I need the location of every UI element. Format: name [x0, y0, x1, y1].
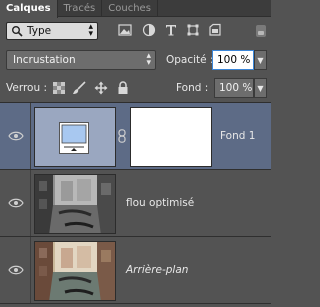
blend-mode-dropdown[interactable]: Incrustation ▴ ▾ [6, 50, 156, 70]
lock-all-padlock-icon[interactable] [116, 81, 130, 95]
layer-name[interactable]: Fond 1 [220, 130, 255, 142]
filter-type-label: Type [27, 25, 52, 37]
fill-dropdown-arrow[interactable]: ▼ [254, 78, 267, 98]
blend-row: Incrustation ▴ ▾ Opacité : 100 % ▼ [6, 50, 267, 70]
layer-name[interactable]: Arrière-plan [126, 264, 188, 276]
layer-thumbnail-canal-bw[interactable] [34, 174, 116, 234]
updown-arrows-icon: ▴ ▾ [146, 51, 151, 68]
adjustment-layer-filter-icon[interactable] [142, 23, 156, 37]
layer-column-divider [30, 170, 31, 236]
layer-row-flou-optimise[interactable]: flou optimisé [0, 170, 271, 237]
chain-link-icon[interactable] [118, 129, 126, 143]
layer-thumbnail-canal-color[interactable] [34, 241, 116, 301]
opacity-input[interactable]: 100 % [212, 50, 254, 70]
eye-visibility-icon[interactable] [8, 198, 24, 208]
blend-mode-value: Incrustation [13, 54, 76, 66]
layer-name[interactable]: flou optimisé [126, 197, 194, 209]
smart-object-filter-icon[interactable] [208, 23, 222, 37]
fill-adjustment-icon [59, 122, 89, 154]
opacity-label: Opacité : [166, 54, 214, 66]
layer-mask-thumbnail[interactable] [130, 107, 212, 167]
pixel-layer-filter-icon[interactable] [118, 23, 132, 37]
tab-couches[interactable]: Couches [102, 0, 158, 17]
canal-photo-color [35, 242, 115, 300]
layer-column-divider [30, 103, 31, 169]
fill-input[interactable]: 100 % [214, 78, 254, 98]
eye-visibility-icon[interactable] [8, 265, 24, 275]
eye-visibility-icon[interactable] [8, 131, 24, 141]
layer-thumbnail[interactable] [34, 107, 116, 167]
type-layer-filter-icon[interactable] [164, 23, 178, 37]
updown-arrows-icon: ▴ ▾ [88, 22, 93, 39]
layer-row-fond-1[interactable]: Fond 1 [0, 103, 271, 170]
lock-label: Verrou : [6, 82, 48, 94]
shape-layer-filter-icon[interactable] [186, 23, 200, 37]
layer-row-arriere-plan[interactable]: Arrière-plan [0, 237, 271, 304]
search-icon [12, 26, 23, 37]
canal-photo-grayscale [35, 175, 115, 233]
lock-image-pixels-brush-icon[interactable] [72, 81, 86, 95]
layer-column-divider [30, 237, 31, 303]
lock-position-move-icon[interactable] [94, 81, 108, 95]
layers-list: Fond 1 flou optimisé Arrière-plan [0, 102, 271, 307]
fill-label: Fond : [176, 82, 209, 94]
filter-type-dropdown[interactable]: Type ▴ ▾ [6, 22, 98, 40]
lock-transparent-pixels-icon[interactable] [52, 81, 66, 95]
lock-row: Verrou : Fond : 100 % ▼ [6, 78, 267, 98]
panel-tabs: Calques Tracés Couches [0, 0, 271, 18]
filter-toggle-switch[interactable] [256, 25, 266, 37]
tab-traces[interactable]: Tracés [58, 0, 103, 17]
opacity-dropdown-arrow[interactable]: ▼ [254, 50, 267, 70]
filter-row: Type ▴ ▾ [6, 22, 266, 40]
tab-calques[interactable]: Calques [0, 0, 58, 18]
